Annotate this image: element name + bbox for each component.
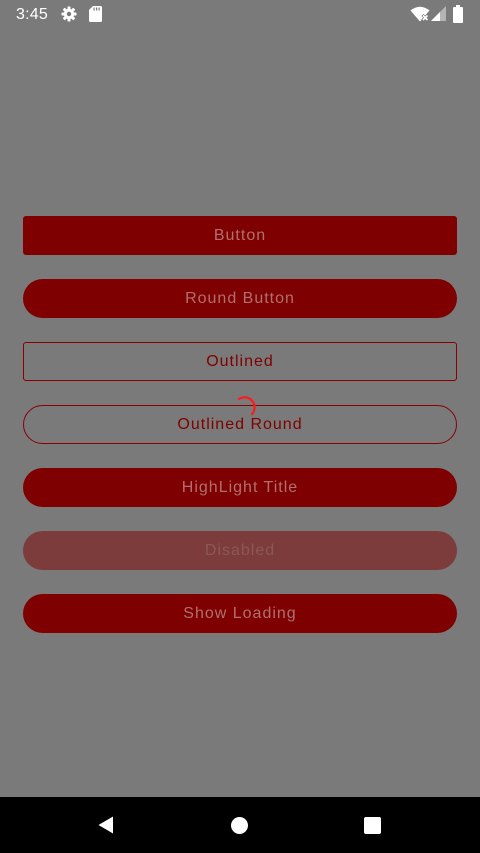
outlined-button[interactable]: Outlined — [23, 342, 457, 381]
loading-spinner-icon — [237, 396, 256, 416]
status-time: 3:45 — [16, 6, 48, 23]
home-icon[interactable] — [230, 816, 249, 835]
status-bar: 3:45 — [0, 0, 480, 30]
sd-card-icon — [89, 6, 102, 22]
show-loading-button[interactable]: Show Loading — [23, 594, 457, 633]
cell-signal-icon — [431, 6, 446, 21]
navigation-bar — [0, 797, 480, 853]
disabled-button: Disabled — [23, 531, 457, 570]
gear-icon — [61, 6, 77, 22]
back-icon[interactable] — [96, 815, 116, 835]
wifi-icon — [410, 6, 430, 22]
round-button[interactable]: Round Button — [23, 279, 457, 318]
battery-icon — [453, 5, 463, 23]
recents-icon[interactable] — [363, 816, 382, 835]
highlight-title-button[interactable]: HighLight Title — [23, 468, 457, 507]
button[interactable]: Button — [23, 216, 457, 255]
